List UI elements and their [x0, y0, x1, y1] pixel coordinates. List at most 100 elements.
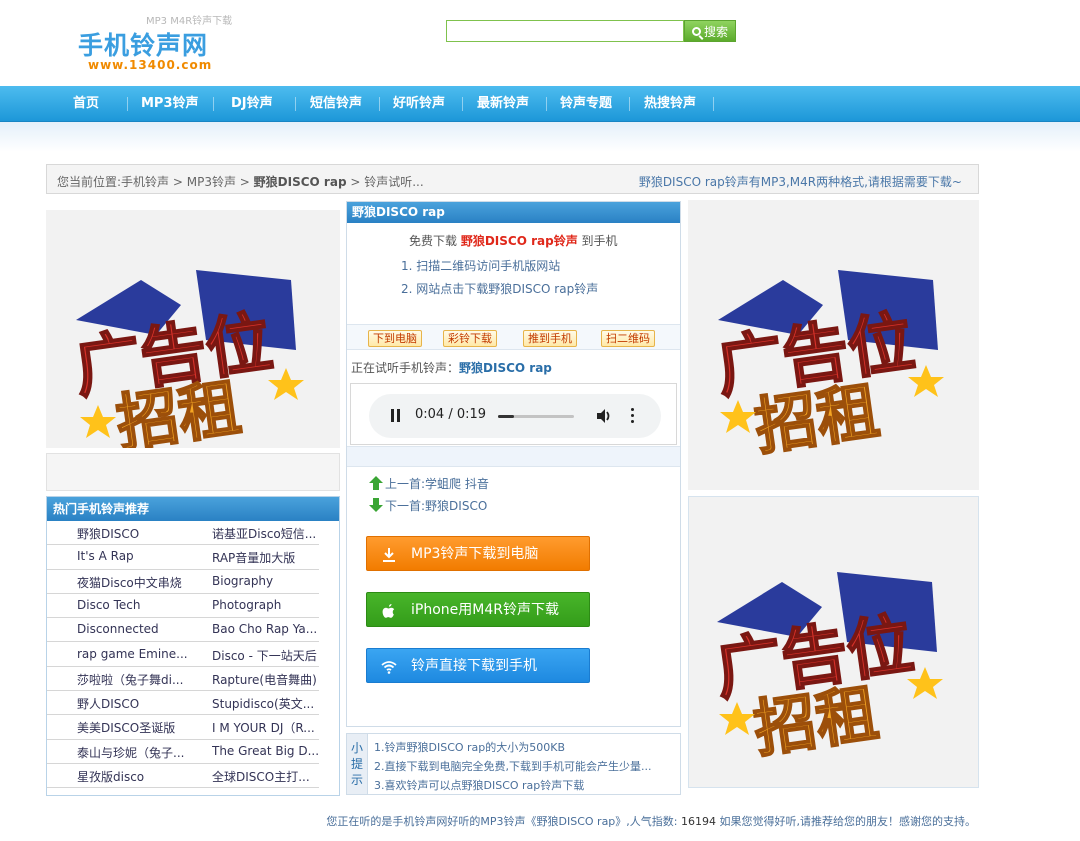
breadcrumb-link-mp3[interactable]: MP3铃声 — [187, 175, 236, 189]
apple-icon — [382, 604, 395, 618]
next-song-label: 下一首:野狼DISCO — [385, 499, 488, 513]
list-item: 莎啦啦（兔子舞di... Rapture(电音舞曲) — [47, 667, 319, 692]
nav-item-good[interactable]: 好听铃声 — [393, 86, 445, 122]
nav-divider — [713, 97, 714, 111]
hot-ringtone-link[interactable]: I M YOUR DJ（R... — [212, 719, 324, 736]
logo-url: www.13400.com — [88, 58, 213, 72]
ringtone-title: 野狼DISCO rap — [347, 202, 680, 223]
mp3-download-pc-button[interactable]: MP3铃声下载到电脑 — [366, 536, 590, 571]
nav-item-hot[interactable]: 热搜铃声 — [644, 86, 696, 122]
hot-ringtone-link[interactable]: RAP音量加大版 — [212, 549, 324, 566]
nav-item-topics[interactable]: 铃声专题 — [560, 86, 612, 122]
ad-banner-left[interactable]: 广告位 招租 — [46, 210, 340, 448]
hot-ringtone-link[interactable]: rap game Emine... — [77, 647, 189, 661]
scan-qr-button[interactable]: 扫二维码 — [601, 330, 655, 347]
hot-ringtone-link[interactable]: 野人DISCO — [77, 695, 189, 712]
breadcrumb-separator: > — [169, 175, 187, 189]
listening-info-prefix: 您正在听的是手机铃声网好听的MP3铃声《野狼DISCO rap》,人气指数: — [326, 815, 681, 828]
ad-banner-right-top[interactable]: 广告位 招租 — [688, 200, 979, 490]
now-playing-song: 野狼DISCO rap — [459, 361, 552, 375]
popularity-count: 16194 — [681, 815, 716, 828]
hot-ringtone-link[interactable]: Disconnected — [77, 622, 189, 636]
list-item: rap game Emine... Disco - 下一站天后 — [47, 643, 319, 667]
hot-ringtone-link[interactable]: Rapture(电音舞曲) — [212, 671, 324, 688]
main-nav: 首页 MP3铃声 DJ铃声 短信铃声 好听铃声 最新铃声 铃声专题 热搜铃声 — [0, 86, 1080, 122]
hot-ringtone-link[interactable]: 美美DISCO圣诞版 — [77, 719, 189, 736]
ringtone-detail-panel: 野狼DISCO rap 免费下载 野狼DISCO rap铃声 到手机 1. 扫描… — [346, 201, 681, 727]
free-download-prefix: 免费下载 — [409, 234, 458, 248]
breadcrumb-link-home[interactable]: 手机铃声 — [121, 175, 169, 189]
hot-ringtone-link[interactable]: Photograph — [212, 598, 324, 612]
breadcrumb-current: 铃声试听... — [364, 175, 424, 189]
hot-ringtone-link[interactable]: 莎啦啦（兔子舞di... — [77, 671, 189, 688]
star-icon — [80, 405, 116, 438]
more-options-icon[interactable] — [631, 408, 635, 424]
site-logo[interactable]: MP3 M4R铃声下载 手机铃声网 www.13400.com — [78, 12, 248, 76]
hot-ringtone-link[interactable]: Disco - 下一站天后 — [212, 647, 324, 664]
nav-item-mp3[interactable]: MP3铃声 — [141, 86, 199, 122]
iphone-m4r-download-button[interactable]: iPhone用M4R铃声下载 — [366, 592, 590, 627]
free-download-song[interactable]: 野狼DISCO rap铃声 — [461, 234, 578, 248]
push-to-phone-button[interactable]: 推到手机 — [523, 330, 577, 347]
pause-icon[interactable] — [391, 409, 401, 422]
now-playing-label: 正在试听手机铃声： — [351, 361, 460, 375]
hot-ringtone-link[interactable]: 夜猫Disco中文串烧 — [77, 574, 189, 591]
qr-step-1: 1. 扫描二维码访问手机版网站 — [401, 259, 561, 273]
listening-info-suffix: 如果您觉得好听,请推荐给您的朋友！感谢您的支持。 — [716, 815, 976, 828]
hot-ringtone-link[interactable]: 泰山与珍妮（兔子... — [77, 744, 189, 761]
nav-item-dj[interactable]: DJ铃声 — [231, 86, 273, 122]
hot-ringtone-link[interactable]: 诺基亚Disco短信... — [212, 525, 324, 542]
search-input[interactable] — [446, 20, 684, 42]
audio-progress-bar[interactable] — [498, 415, 574, 418]
breadcrumb-separator: > — [346, 175, 365, 189]
format-notice: 野狼DISCO rap铃声有MP3,M4R两种格式,请根据需要下载~ — [638, 175, 962, 189]
ad-banner-graphic: 广告位 招租 — [711, 270, 944, 465]
nav-divider — [213, 97, 214, 111]
hot-ringtone-link[interactable]: Disco Tech — [77, 598, 189, 612]
list-item: It's A Rap RAP音量加大版 — [47, 545, 319, 570]
qr-step-2: 2. 网站点击下载野狼DISCO rap铃声 — [401, 282, 599, 296]
hot-ringtone-link[interactable]: 全球DISCO主打... — [212, 768, 324, 785]
hot-ringtone-link[interactable]: 野狼DISCO — [77, 525, 189, 542]
nav-divider — [295, 97, 296, 111]
hot-ringtone-link[interactable]: Bao Cho Rap Ya... — [212, 622, 324, 636]
site-header: MP3 M4R铃声下载 手机铃声网 www.13400.com 搜索 — [0, 0, 1080, 86]
hot-ringtones-title: 热门手机铃声推荐 — [47, 497, 339, 521]
arrow-down-icon — [369, 498, 383, 512]
download-to-pc-button[interactable]: 下到电脑 — [368, 330, 422, 347]
tip-item: 1.铃声野狼DISCO rap的大小为500KB — [374, 741, 566, 754]
breadcrumb-link-song[interactable]: 野狼DISCO rap — [254, 175, 347, 189]
volume-icon[interactable] — [595, 407, 613, 425]
search-button[interactable]: 搜索 — [684, 20, 736, 42]
phone-direct-download-button[interactable]: 铃声直接下载到手机 — [366, 648, 590, 683]
breadcrumb-separator: > — [235, 175, 254, 189]
hot-ringtone-link[interactable]: It's A Rap — [77, 549, 189, 563]
list-item: 野人DISCO Stupidisco(英文... — [47, 691, 319, 716]
next-song-link[interactable]: 下一首:野狼DISCO — [369, 497, 487, 514]
nav-item-home[interactable]: 首页 — [73, 86, 99, 122]
color-ring-download-button[interactable]: 彩铃下载 — [443, 330, 497, 347]
ad-banner-graphic: 广告位 招租 — [69, 270, 304, 448]
nav-item-sms[interactable]: 短信铃声 — [310, 86, 362, 122]
audio-progress-fill — [498, 415, 514, 418]
nav-item-latest[interactable]: 最新铃声 — [477, 86, 529, 122]
hot-ringtone-link[interactable]: Biography — [212, 574, 324, 588]
hot-ringtone-link[interactable]: Stupidisco(英文... — [212, 695, 324, 712]
nav-divider — [127, 97, 128, 111]
list-item: Disco Tech Photograph — [47, 594, 319, 619]
list-item: 美美DISCO圣诞版 I M YOUR DJ（R... — [47, 715, 319, 740]
search-icon — [691, 26, 701, 36]
listening-info: 您正在听的是手机铃声网好听的MP3铃声《野狼DISCO rap》,人气指数: 1… — [326, 813, 976, 829]
left-gray-strip — [46, 453, 340, 491]
list-item: 星孜版disco 全球DISCO主打... — [47, 764, 319, 789]
nav-divider — [629, 97, 630, 111]
hot-ringtone-link[interactable]: The Great Big D... — [212, 744, 324, 758]
prev-song-link[interactable]: 上一首:学蛆爬 抖音 — [369, 475, 489, 492]
ad-banner-right-bottom[interactable]: 广告位 招租 — [688, 496, 979, 788]
tip-item: 2.直接下载到电脑完全免费,下载到手机可能会产生少量... — [374, 760, 652, 773]
hot-ringtone-link[interactable]: 星孜版disco — [77, 768, 189, 785]
list-item: Disconnected Bao Cho Rap Ya... — [47, 618, 319, 643]
audio-time: 0:04 / 0:19 — [415, 407, 487, 422]
wifi-icon — [381, 661, 397, 674]
ad-banner-graphic: 广告位 招租 — [710, 572, 943, 767]
